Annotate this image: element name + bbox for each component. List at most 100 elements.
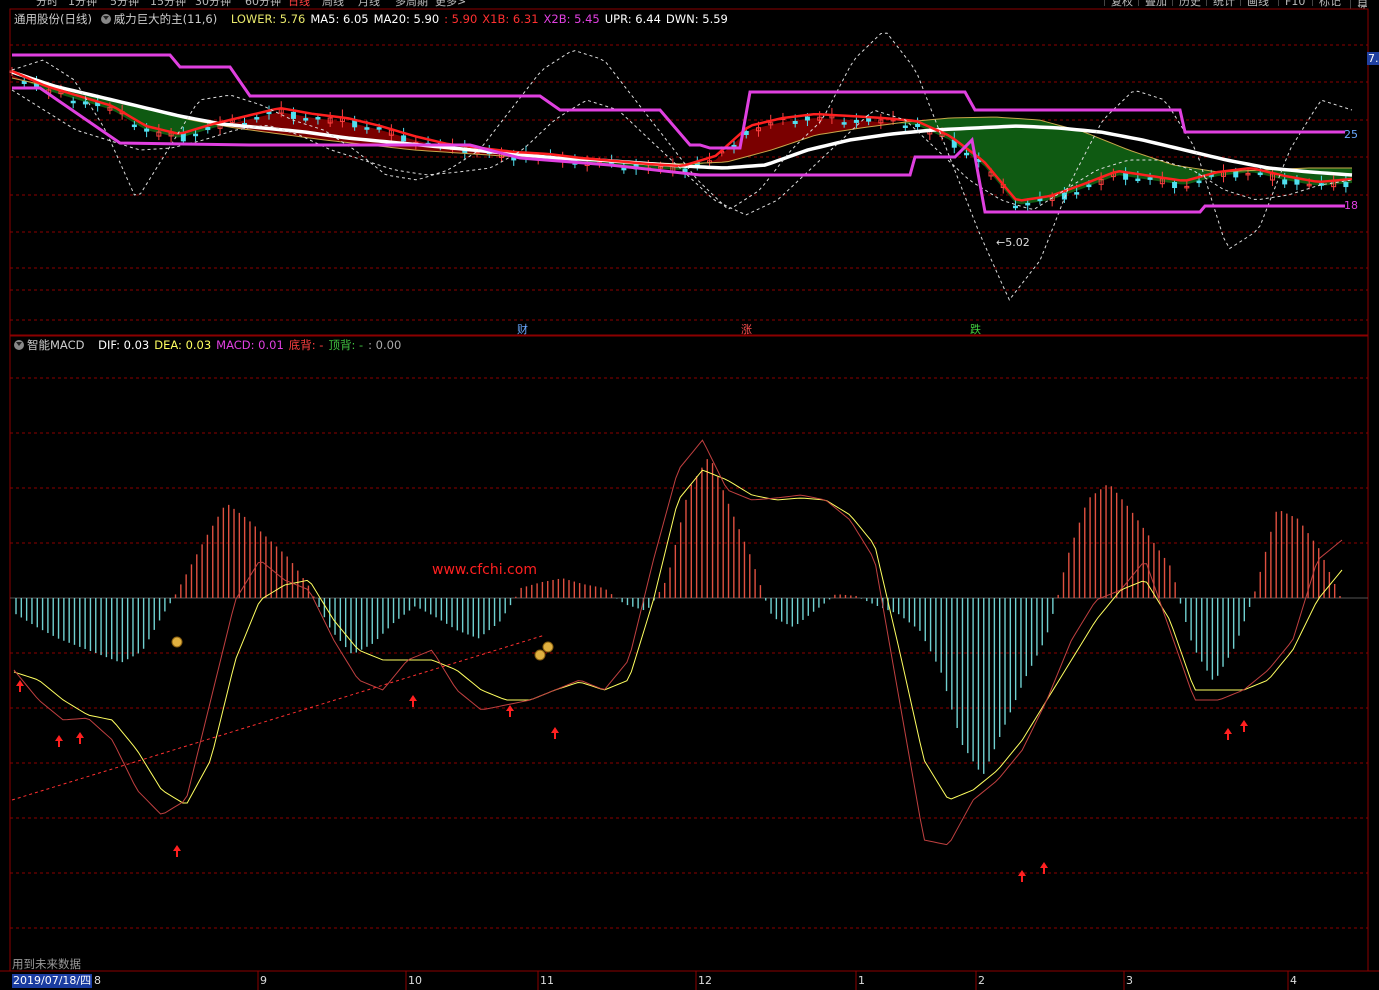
candle-body — [315, 117, 321, 120]
pink-lower-step — [12, 86, 1345, 214]
candle-body — [792, 120, 798, 124]
right-price-tag: 7. — [1367, 52, 1379, 65]
x-axis-label: 1 — [858, 974, 865, 987]
low-price-value: 5.02 — [1005, 236, 1030, 249]
marker-zhang[interactable]: 涨 — [741, 321, 752, 337]
macd-legend-item-1: DEA: 0.03 — [154, 338, 212, 352]
money-bag-icon — [171, 636, 183, 648]
candle-body — [915, 123, 921, 127]
candle-body — [1343, 182, 1349, 188]
candle-body — [70, 100, 76, 104]
money-bag-icon — [542, 641, 554, 653]
x-axis-label: 11 — [540, 974, 554, 987]
x-axis-label: 8 — [94, 974, 101, 987]
buy-arrow-icon — [16, 680, 24, 692]
candle-body — [1012, 205, 1018, 209]
main-legend-item-0: LOWER: 5.76 — [230, 12, 306, 26]
candle-body — [21, 80, 27, 84]
macd-legend-item-4: 顶背: - — [328, 338, 364, 352]
buy-arrow-icon — [55, 735, 63, 747]
candle-body — [1233, 171, 1239, 178]
main-legend-item-3: : 5.90 — [444, 12, 478, 26]
main-legend-item-4: X1B: 6.31 — [482, 12, 539, 26]
main-legend-values: LOWER: 5.76 MA5: 6.05 MA20: 5.90: 5.90 X1B:… — [231, 12, 733, 26]
candle-body — [82, 101, 88, 105]
x-axis-label: 10 — [408, 974, 422, 987]
money-bag-icon — [534, 649, 546, 661]
candle-body — [254, 117, 260, 120]
candle-body — [743, 130, 749, 135]
chart-canvas[interactable] — [0, 0, 1379, 990]
pink-upper-step — [12, 53, 1345, 150]
buy-arrow-icon — [506, 705, 514, 717]
stock-chart-window: 分时 1分钟 5分钟 15分钟 30分钟 60分钟 日线 周线 月线 多周期 更多> 复权 叠加 历史 统计… — [0, 0, 1379, 990]
macd-legend-item-3: 底背: - — [288, 338, 324, 352]
candle-body — [1074, 192, 1080, 195]
candle-body — [1172, 182, 1178, 189]
candle-body — [1123, 172, 1129, 180]
date-text: 2019/07/18/四 — [13, 974, 92, 987]
marker-text: 财 — [517, 323, 528, 336]
buy-arrow-icon — [409, 695, 417, 707]
toggle-icon[interactable] — [14, 340, 24, 350]
main-legend-item-7: DWN: 5.59 — [665, 12, 728, 26]
candle-body — [1257, 172, 1263, 176]
candle-body — [1025, 202, 1031, 206]
candle-body — [1294, 178, 1300, 185]
marker-cai[interactable]: 财 — [517, 321, 528, 337]
macd-legend-item-2: MACD: 0.01 — [216, 338, 284, 352]
marker-text: 涨 — [741, 323, 752, 336]
divergence-trendline — [11, 634, 546, 801]
dif-line — [13, 439, 1343, 846]
indicator-name: 威力巨大的主(11,6) — [113, 12, 218, 26]
x-axis-label: 2 — [978, 974, 985, 987]
buy-arrow-icon — [1240, 720, 1248, 732]
macd-legend: 智能MACD DIF: 0.03 DEA: 0.03 MACD: 0.01 底背: -… — [14, 338, 411, 352]
buy-arrow-icon — [1018, 870, 1026, 882]
main-legend-item-6: UPR: 6.44 — [604, 12, 661, 26]
candle-body — [804, 116, 810, 121]
candle-body — [376, 127, 382, 130]
main-legend: 通用股份(日线) 威力巨大的主(11,6) LOWER: 5.76 MA5: 6.… — [14, 12, 738, 26]
candle-body — [401, 135, 407, 142]
candle-body — [1086, 184, 1092, 188]
marker-die[interactable]: 跌 — [970, 321, 981, 337]
candle-body — [866, 117, 872, 122]
buy-arrow-icon — [551, 727, 559, 739]
macd-legend-values: DIF: 0.03 DEA: 0.03 MACD: 0.01 底背: - 顶背: - : … — [98, 338, 406, 352]
candle-body — [1196, 180, 1202, 184]
buy-arrow-icon — [76, 732, 84, 744]
main-legend-item-5: X2B: 5.45 — [543, 12, 600, 26]
marker-text: 跌 — [970, 323, 981, 336]
candle-body — [144, 128, 150, 132]
x-axis-label: 12 — [698, 974, 712, 987]
candle-body — [193, 133, 199, 137]
stock-name: 通用股份(日线) — [14, 12, 92, 26]
x-axis-label: 4 — [1290, 974, 1297, 987]
macd-legend-item-5: : 0.00 — [368, 338, 402, 352]
candle-body — [1135, 178, 1141, 182]
indicator-toggle[interactable]: 威力巨大的主(11,6) — [100, 12, 223, 26]
candle-body — [303, 118, 309, 121]
buy-arrow-icon — [1224, 728, 1232, 740]
candle-body — [964, 152, 970, 156]
candle-body — [290, 111, 296, 119]
pink-lower-label: 18 — [1344, 199, 1358, 212]
macd-toggle[interactable]: 智能MACD — [14, 338, 89, 352]
buy-arrow-icon — [173, 845, 181, 857]
candle-body — [352, 120, 358, 128]
candle-body — [1282, 179, 1288, 185]
x-axis-label: 3 — [1126, 974, 1133, 987]
candle-body — [180, 133, 186, 142]
candle-body — [364, 127, 370, 130]
low-price-label: ←5.02 — [996, 236, 1030, 249]
toggle-icon[interactable] — [100, 14, 111, 24]
candle-body — [841, 122, 847, 125]
main-legend-item-1: MA5: 6.05 — [310, 12, 369, 26]
buy-arrow-icon — [1040, 862, 1048, 874]
macd-legend-item-0: DIF: 0.03 — [98, 338, 150, 352]
candle-body — [205, 127, 211, 131]
future-data-note: 用到未来数据 — [12, 957, 81, 971]
candle-body — [853, 119, 859, 123]
macd-name: 智能MACD — [27, 338, 85, 352]
